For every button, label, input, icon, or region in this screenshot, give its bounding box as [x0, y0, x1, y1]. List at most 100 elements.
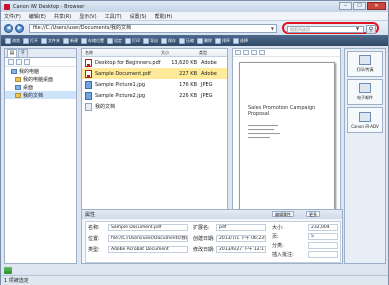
- back-button[interactable]: ◀: [4, 23, 13, 33]
- maximize-button[interactable]: ☐: [353, 2, 366, 10]
- folder-tab-icon: ▤: [9, 50, 15, 56]
- file-row[interactable]: Sample Picture1.jpg 176 KB JPEG: [82, 79, 227, 90]
- menu-edit[interactable]: 编辑(E): [29, 13, 46, 20]
- toolbar-folder[interactable]: 文件夹: [41, 37, 60, 44]
- file-list-header: 名称 大小 类型: [82, 49, 227, 57]
- export-icon: [143, 37, 149, 44]
- menu-share[interactable]: 共享(R): [54, 13, 71, 20]
- prop-label-size: 大小:: [272, 225, 284, 231]
- toolbar-sort[interactable]: 排序: [215, 37, 230, 44]
- toolbar-print[interactable]: 打印: [125, 37, 140, 44]
- tab-folders[interactable]: ▤: [7, 49, 17, 57]
- preview-tool-3-icon[interactable]: [251, 50, 257, 55]
- column-name[interactable]: 名称: [82, 50, 158, 56]
- print-icon: [125, 37, 131, 44]
- toolbar-compress[interactable]: 压缩: [179, 37, 194, 44]
- save-icon: [161, 37, 167, 44]
- column-size[interactable]: 大小: [158, 50, 196, 56]
- file-row[interactable]: Sample Picture2.jpg 226 KB JPEG: [82, 90, 227, 101]
- email-output[interactable]: 电子邮件: [347, 79, 383, 105]
- search-dropdown-icon[interactable]: ▼: [356, 26, 359, 31]
- prop-value-category[interactable]: [308, 242, 338, 249]
- settings-icon: [107, 37, 113, 44]
- prop-label-annotation: 插入批注:: [272, 252, 294, 258]
- toolbar-new[interactable]: 新建: [63, 37, 78, 44]
- prop-value-pages[interactable]: 5: [308, 233, 338, 240]
- title-bar: Canon iW Desktop - Browser ‒ ☐ ✕: [1, 1, 388, 12]
- preview-document-title: Sales Promotion Campaign Proposal: [248, 105, 316, 117]
- prop-value-annotation[interactable]: [308, 251, 338, 258]
- properties-title: 属性: [85, 212, 96, 218]
- preview-text-line: [248, 125, 278, 126]
- prop-value-modified[interactable]: 2013/6/27 下午 12:11:03: [216, 246, 266, 253]
- tab-search[interactable]: ⚲: [18, 49, 28, 57]
- edit-properties-button[interactable]: 编辑属性: [272, 211, 294, 217]
- tree-tool-1-icon[interactable]: [8, 59, 14, 65]
- toolbar-browse[interactable]: 浏览: [5, 37, 20, 44]
- file-row-selected[interactable]: Sample Document.pdf 227 KB Adobe: [82, 68, 227, 79]
- toolbar: 浏览 打开 文件夹 新建 存储位置 设定 打印 导出 保存 压缩 删除 排序 选…: [1, 35, 388, 46]
- toolbar-save[interactable]: 保存: [161, 37, 176, 44]
- preview-text-line: [248, 133, 280, 134]
- prop-value-extension[interactable]: pdf: [216, 224, 266, 231]
- document-stack-icon: [85, 102, 92, 111]
- search-input[interactable]: 搜索所选项: [287, 26, 364, 33]
- close-button[interactable]: ✕: [367, 2, 386, 10]
- toolbar-export[interactable]: 导出: [143, 37, 158, 44]
- prop-label-name: 名称:: [88, 225, 100, 231]
- output-panel: 打印/传真 电子邮件 Canon iR-ADV: [344, 48, 386, 264]
- prop-value-size[interactable]: 232,004: [308, 224, 338, 231]
- printer-icon: [359, 55, 371, 65]
- prop-value-created[interactable]: 2013/7/1 下午 06:23:39: [216, 235, 266, 242]
- status-bar: 1 项被选定: [1, 275, 388, 285]
- tree-item-documents[interactable]: 我的文档: [5, 91, 76, 99]
- folder-icon: [15, 92, 21, 98]
- preview-tool-4-icon[interactable]: [259, 50, 265, 55]
- tree-item-desktop[interactable]: 桌面: [5, 83, 76, 91]
- tree-tool-3-icon[interactable]: [24, 59, 30, 65]
- preview-text-line: [248, 129, 274, 130]
- file-row[interactable]: Desktop for Beginners.pdf 13,620 KB Adobe: [82, 57, 227, 68]
- prop-value-type[interactable]: Adobe Acrobat Document: [108, 246, 188, 253]
- prop-value-location[interactable]: file://C:/Users/user/Documents/我的文档: [108, 235, 188, 242]
- toolbar-delete[interactable]: 删除: [197, 37, 212, 44]
- print-fax-output[interactable]: 打印/传真: [347, 51, 383, 77]
- tree-tool-2-icon[interactable]: [16, 59, 22, 65]
- menu-view[interactable]: 显示(V): [79, 13, 96, 20]
- status-text: 1 项被选定: [4, 278, 29, 284]
- device-output[interactable]: Canon iR-ADV: [347, 107, 383, 133]
- prop-value-name[interactable]: Sample Document.pdf: [108, 224, 188, 231]
- file-row[interactable]: 我的文档: [82, 101, 227, 112]
- email-icon: [359, 83, 371, 93]
- preview-tool-2-icon[interactable]: [243, 50, 249, 55]
- search-highlight: 搜索所选项 ▼ ⚲: [282, 22, 379, 34]
- menu-file[interactable]: 文件(F): [4, 13, 21, 20]
- forward-button[interactable]: ▶: [15, 23, 24, 33]
- toolbar-open[interactable]: 打开: [23, 37, 38, 44]
- toolbar-settings[interactable]: 设定: [107, 37, 122, 44]
- menu-tools[interactable]: 工具(T): [105, 13, 122, 20]
- tree-item-computer[interactable]: 我的电脑: [5, 67, 76, 75]
- menu-settings[interactable]: 设置(S): [130, 13, 147, 20]
- search-icon: ⚲: [368, 26, 374, 33]
- device-icon: [359, 111, 371, 122]
- folder-icon: [15, 76, 21, 82]
- address-field[interactable]: file://C:/Users/user/Documents/我的文档 ▼: [29, 24, 277, 33]
- minimize-button[interactable]: ‒: [339, 2, 352, 10]
- folder-icon: [41, 37, 47, 44]
- prop-label-category: 分类:: [272, 243, 284, 249]
- image-file-icon: [85, 91, 92, 100]
- tree-item-desktop-computer[interactable]: 我的电脑桌面: [5, 75, 76, 83]
- navigation-pane: ▤ ⚲ 我的电脑 我的电脑桌面 桌面 我的文档: [4, 48, 77, 264]
- computer-icon: [11, 68, 17, 74]
- more-properties-button[interactable]: 更多: [306, 211, 320, 217]
- preview-text-line: [248, 137, 270, 138]
- preview-tool-1-icon[interactable]: [235, 50, 241, 55]
- toolbar-location[interactable]: 存储位置: [81, 37, 104, 44]
- menu-help[interactable]: 帮助(H): [155, 13, 173, 20]
- search-button[interactable]: ⚲: [366, 25, 376, 34]
- column-type[interactable]: 类型: [196, 50, 218, 56]
- toolbar-select[interactable]: 选择: [233, 37, 248, 44]
- address-dropdown-icon[interactable]: ▼: [271, 25, 274, 32]
- menu-bar: 文件(F) 编辑(E) 共享(R) 显示(V) 工具(T) 设置(S) 帮助(H…: [1, 12, 388, 21]
